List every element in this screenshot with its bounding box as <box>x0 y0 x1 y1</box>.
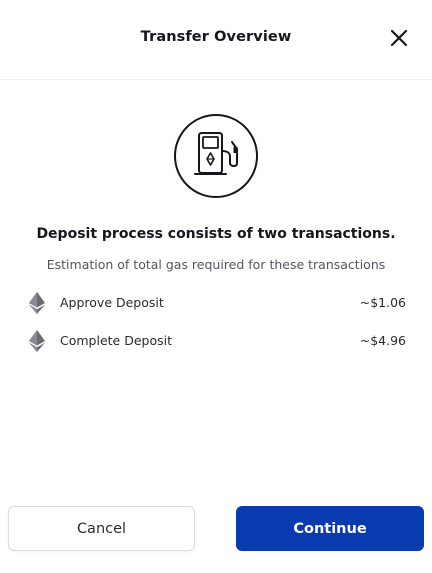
ethereum-icon <box>29 292 45 314</box>
modal-title: Transfer Overview <box>140 29 292 45</box>
list-item: Approve Deposit ~$1.06 <box>28 292 406 316</box>
approve-deposit-label: Approve Deposit <box>60 295 164 310</box>
close-icon <box>390 29 408 47</box>
approve-deposit-amount: ~$1.06 <box>359 295 406 310</box>
close-button[interactable] <box>386 25 412 51</box>
gas-pump-icon <box>173 113 259 199</box>
cancel-button[interactable]: Cancel <box>8 506 195 551</box>
transfer-overview-modal: Transfer Overview Deposit process consis… <box>0 0 432 573</box>
deposit-headline: Deposit process consists of two transact… <box>36 226 396 242</box>
ethereum-icon <box>29 330 45 352</box>
gas-estimation-text: Estimation of total gas required for the… <box>46 257 386 272</box>
modal-header: Transfer Overview <box>0 0 432 80</box>
complete-deposit-amount: ~$4.96 <box>359 333 406 348</box>
continue-button[interactable]: Continue <box>236 506 424 551</box>
list-item: Complete Deposit ~$4.96 <box>28 330 406 354</box>
complete-deposit-label: Complete Deposit <box>60 333 172 348</box>
